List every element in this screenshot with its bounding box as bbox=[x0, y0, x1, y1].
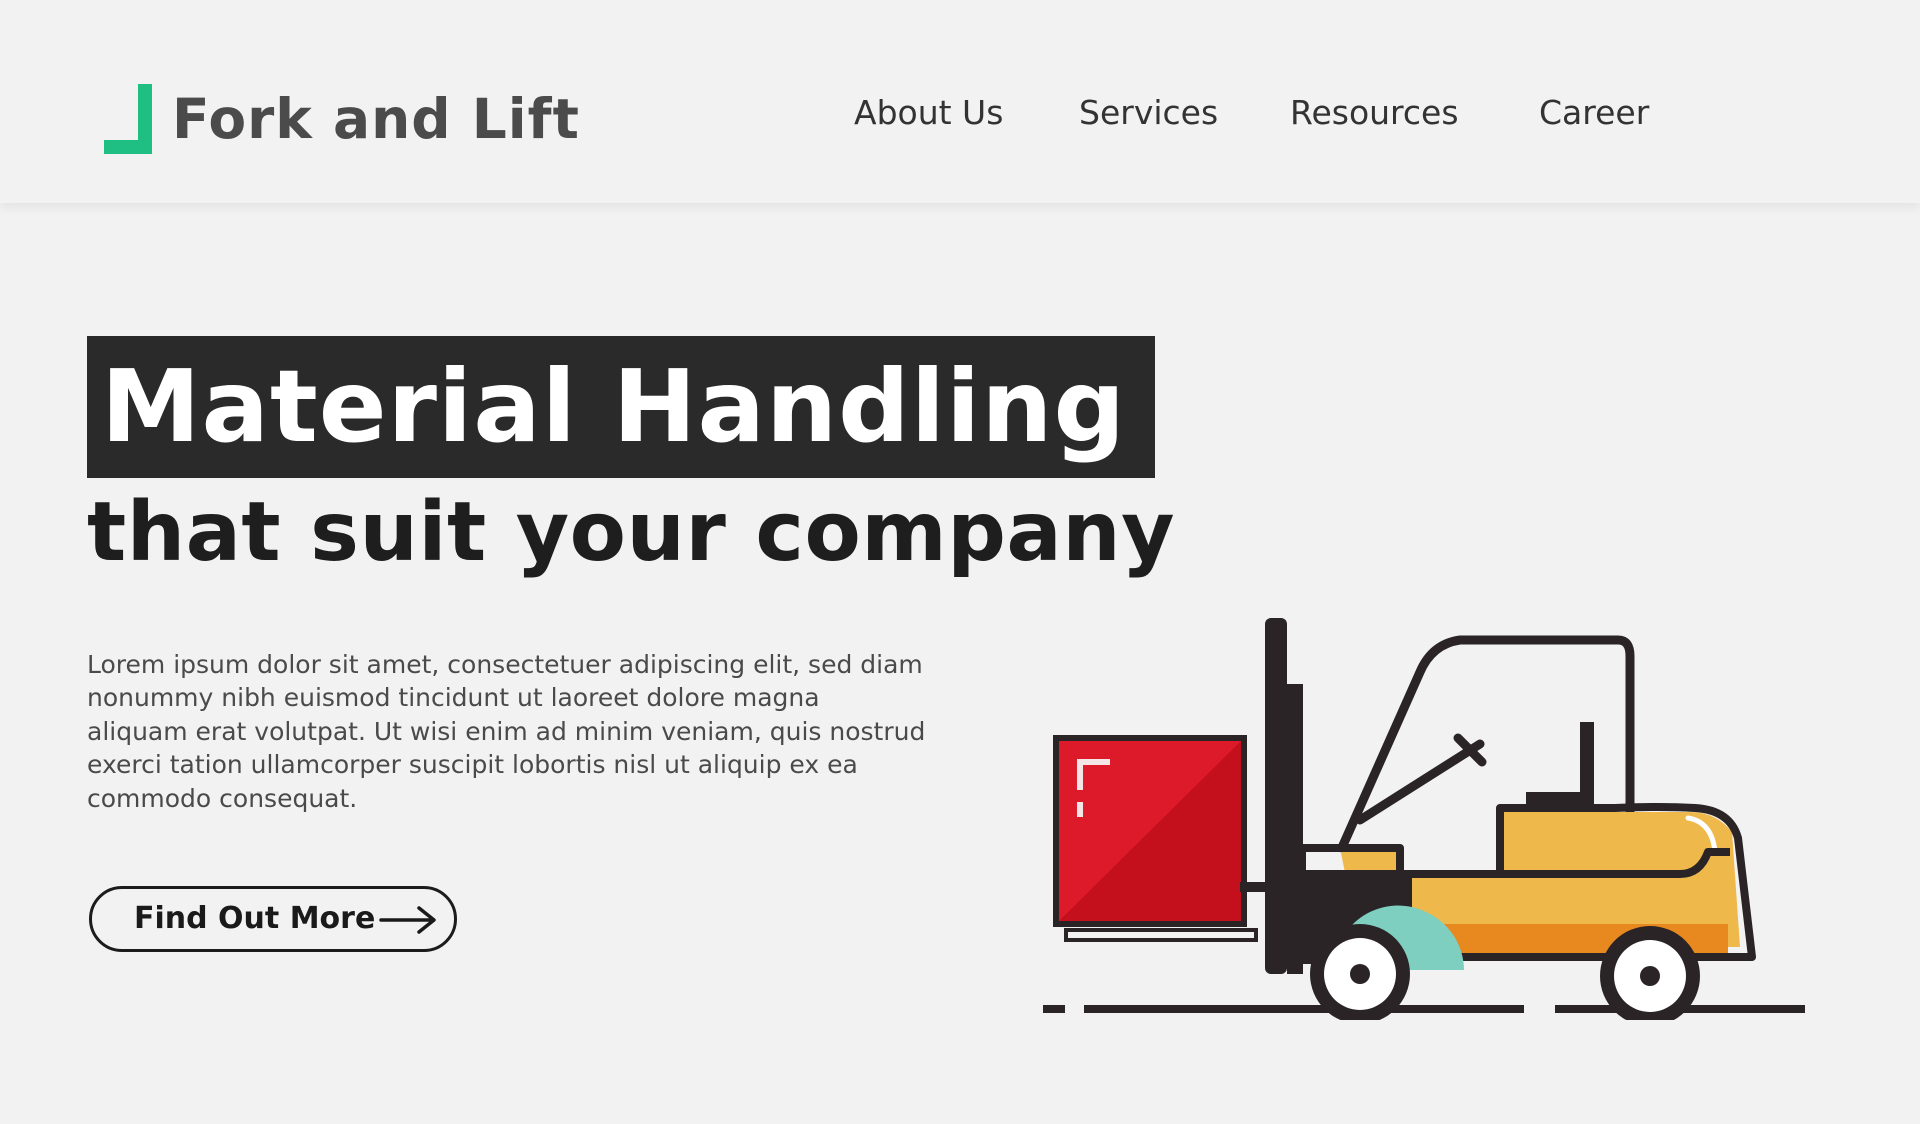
nav-link-resources[interactable]: Resources bbox=[1290, 88, 1459, 138]
find-out-more-button[interactable]: Find Out More bbox=[89, 886, 457, 952]
landing-page: Fork and Lift About Us Services Resource… bbox=[0, 0, 1920, 1124]
nav-link-career[interactable]: Career bbox=[1539, 88, 1649, 138]
site-header: Fork and Lift About Us Services Resource… bbox=[0, 0, 1920, 203]
forklift-illustration bbox=[1043, 618, 1805, 1020]
nav-link-about-us[interactable]: About Us bbox=[854, 88, 1003, 138]
hero-title-highlight: Material Handling bbox=[87, 336, 1155, 478]
cta-label: Find Out More bbox=[134, 901, 376, 936]
hero-title: Material Handling bbox=[101, 348, 1127, 465]
hero-subtitle: that suit your company bbox=[87, 485, 1176, 580]
nav-link-services[interactable]: Services bbox=[1079, 88, 1218, 138]
cargo-box-icon bbox=[1053, 735, 1247, 927]
hero-description: Lorem ipsum dolor sit amet, consectetuer… bbox=[87, 650, 926, 813]
arrow-right-icon bbox=[379, 906, 436, 934]
main-nav: About Us Services Resources Career bbox=[0, 88, 1920, 138]
ground-line-icon bbox=[1043, 1005, 1805, 1013]
